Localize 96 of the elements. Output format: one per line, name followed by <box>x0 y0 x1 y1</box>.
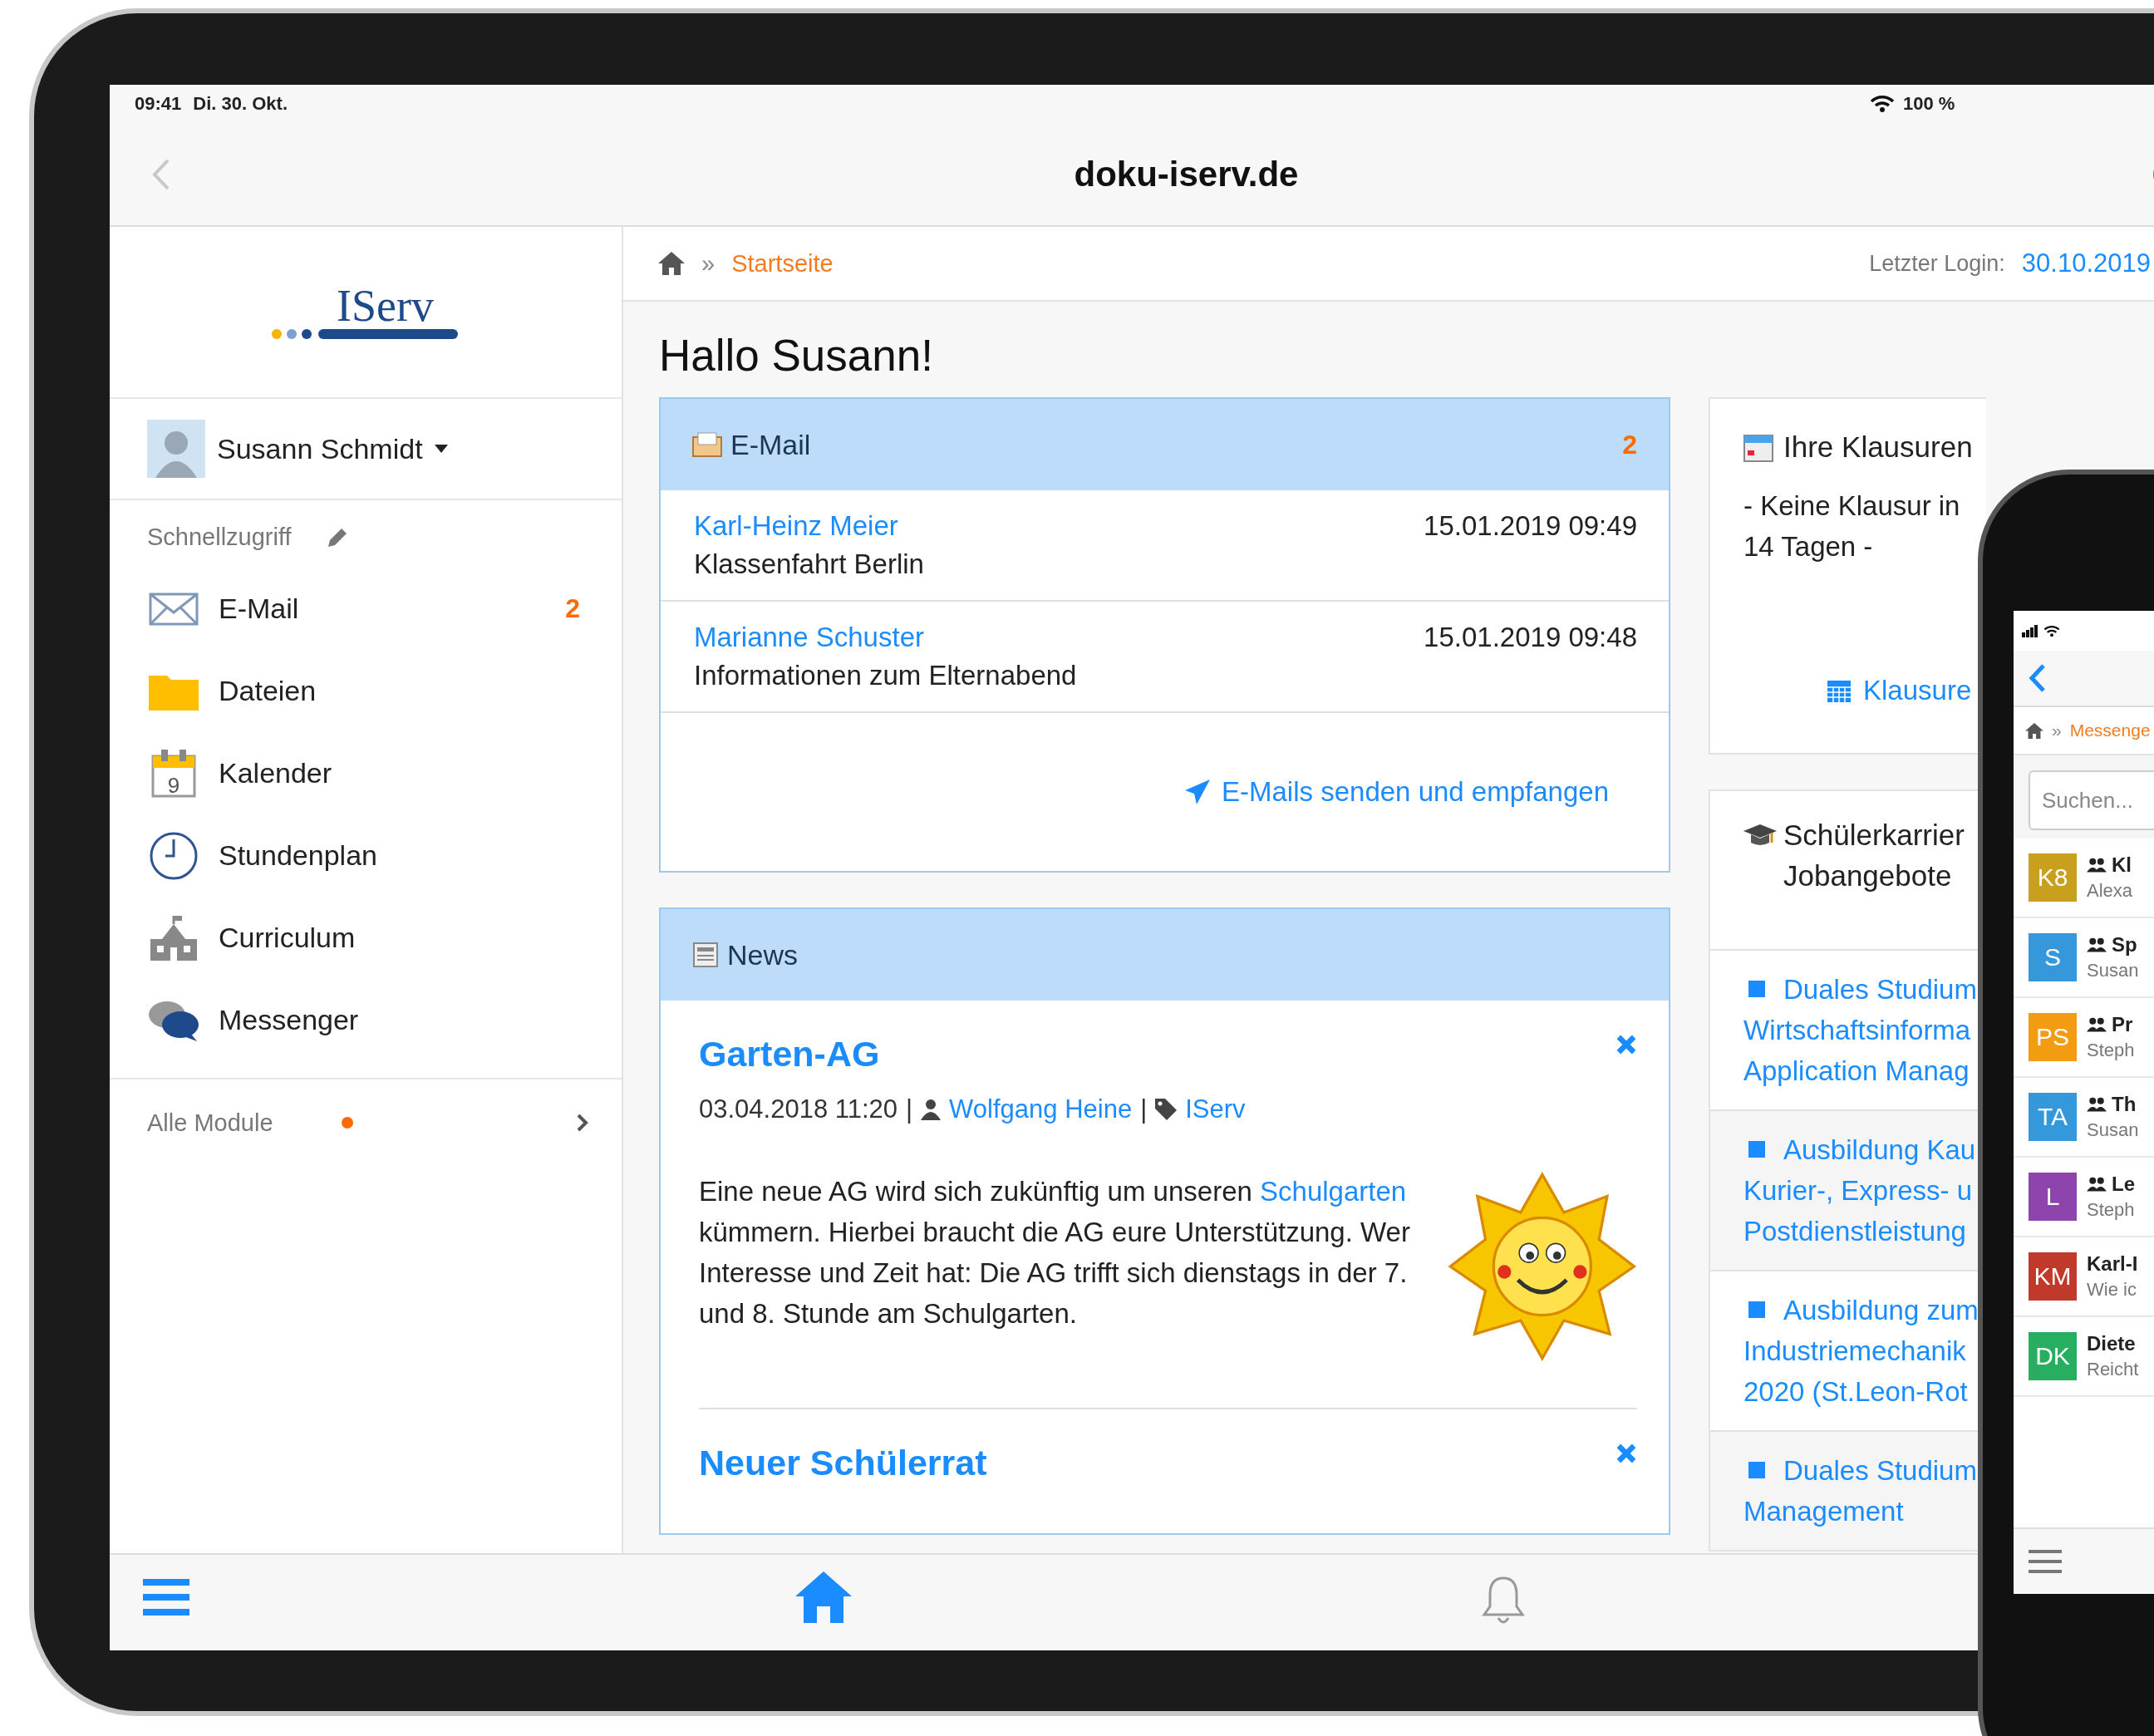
chat-bubbles-icon <box>147 999 200 1041</box>
paper-plane-icon <box>1185 779 1211 804</box>
card-title: Schülerkarrier Jobangebote <box>1783 818 1965 893</box>
panel-title: News <box>727 938 799 971</box>
close-icon[interactable] <box>1616 1034 1637 1055</box>
news-author[interactable]: Wolfgang Heine <box>949 1094 1133 1124</box>
news-text: Eine neue AG wird sich zukünftig um unseren Schulgarten kümmern. Hierbei braucht die AG eure Unterstützung. Wer Interesse und Zeit hat: Die AG trifft sich dienstags in der 7. und 8. Stunde am Schulgarten. <box>699 1175 1411 1330</box>
avatar-initials: S <box>2029 933 2077 981</box>
battery-percentage: 100 % <box>1903 93 1955 115</box>
job-link[interactable]: Duales Studium Wirtschaftsinforma Application Manag <box>1743 969 1986 1091</box>
avatar-initials: KM <box>2029 1252 2077 1301</box>
email-date: 15.01.2019 09:48 <box>1424 622 1637 653</box>
chat-preview: Reicht <box>2087 1359 2139 1380</box>
last-login-label: Letzter Login: <box>1869 250 2005 277</box>
avatar-initials: PS <box>2029 1013 2077 1061</box>
sidebar-item[interactable]: Curriculum <box>110 897 622 979</box>
panel-title: E-Mail <box>730 428 812 461</box>
graduation-cap-icon <box>1743 823 1777 848</box>
avatar-initials: K8 <box>2029 853 2077 902</box>
back-chevron-icon[interactable] <box>2029 663 2047 693</box>
inline-link[interactable]: Schulgarten <box>1260 1176 1407 1207</box>
clock-icon <box>149 830 199 881</box>
breadcrumb-separator: » <box>2052 720 2062 740</box>
sidebar-item[interactable]: Stundenplan <box>110 814 622 897</box>
menu-icon[interactable] <box>2029 1549 2062 1574</box>
all-modules-link[interactable]: Alle Module <box>147 1109 273 1137</box>
email-subject: Informationen zum Elternabend <box>694 660 1078 691</box>
chat-title: Diete <box>2087 1332 2136 1355</box>
card-title: Ihre Klausuren <box>1783 430 1973 464</box>
search-field[interactable]: Suchen... <box>2029 770 2154 830</box>
sidebar-item[interactable]: Dateien <box>110 650 622 732</box>
chat-title: Karl-I <box>2087 1252 2138 1276</box>
avatar-initials: DK <box>2029 1332 2077 1380</box>
unread-count: 2 <box>1622 429 1637 460</box>
email-sender[interactable]: Marianne Schuster <box>694 622 1424 653</box>
email-sender[interactable]: Karl-Heinz Meier <box>694 510 1424 542</box>
breadcrumb-link[interactable]: Messenge <box>2069 720 2151 740</box>
news-date: 03.04.2018 11:20 <box>699 1094 898 1124</box>
job-link[interactable]: Ausbildung zum Industriemechanik 2020 (St.Leon-Rot <box>1743 1290 1986 1412</box>
avatar-initials: L <box>2029 1173 2077 1221</box>
meta-separator: | <box>1140 1094 1148 1124</box>
last-login-date[interactable]: 30.10.2019 <box>2021 248 2151 278</box>
chat-title: Sp <box>2112 933 2137 957</box>
wifi-icon <box>1870 95 1895 113</box>
wifi-icon <box>2043 624 2060 637</box>
email-subject: Klassenfahrt Berlin <box>694 548 925 580</box>
user-avatar <box>147 420 205 478</box>
section-label: Schnellzugriff <box>147 524 292 551</box>
home-icon[interactable] <box>2025 722 2043 739</box>
chat-preview: Alexa <box>2087 880 2133 902</box>
page-title: doku-iserv.de <box>1073 154 1300 194</box>
email-date: 15.01.2019 09:49 <box>1424 510 1637 542</box>
empty-message: - Keine Klausur in 14 Tagen - <box>1743 489 1961 563</box>
status-date: Di. 30. Okt. <box>193 93 288 115</box>
sidebar-item[interactable]: E-Mail 2 <box>110 568 622 650</box>
chat-title: Kl <box>2112 853 2132 877</box>
envelope-icon <box>149 592 199 626</box>
close-icon[interactable] <box>1616 1443 1637 1464</box>
send-receive-link[interactable]: E-Mails senden und empfangen <box>1185 776 1609 808</box>
greeting: Hallo Susann! <box>659 330 934 381</box>
avatar-initials: TA <box>2029 1093 2077 1141</box>
tag-icon <box>1155 1099 1178 1120</box>
chevron-right-icon[interactable] <box>577 1114 588 1132</box>
chat-title: Le <box>2112 1173 2135 1196</box>
chat-preview: Steph <box>2087 1199 2135 1221</box>
chat-row[interactable]: L Le Steph <box>2014 1158 2154 1237</box>
user-menu[interactable]: Susann Schmidt <box>217 432 448 465</box>
news-tag[interactable]: IServ <box>1185 1094 1246 1124</box>
sidebar-item[interactable]: Messenger <box>110 979 622 1061</box>
chat-title: Pr <box>2112 1013 2133 1036</box>
exams-link[interactable]: Klausure <box>1827 675 1972 706</box>
sidebar-item[interactable]: 9 Kalender <box>110 732 622 814</box>
chat-row[interactable]: S Sp Susan <box>2014 918 2154 998</box>
person-icon <box>921 1099 942 1120</box>
iserv-logo: IServ <box>270 278 461 346</box>
calendar-icon <box>1743 432 1773 462</box>
news-title[interactable]: Neuer Schülerrat <box>699 1443 1616 1483</box>
signal-icon <box>2022 624 2038 637</box>
status-time: 09:41 <box>135 93 182 115</box>
breadcrumb-separator: » <box>701 249 716 278</box>
calendar-icon <box>1827 678 1852 703</box>
home-icon[interactable] <box>795 1571 852 1625</box>
caret-icon <box>434 445 448 453</box>
school-building-icon <box>149 913 199 962</box>
meta-separator: | <box>906 1094 913 1124</box>
chat-title: Th <box>2112 1093 2137 1116</box>
chat-preview: Wie ic <box>2087 1279 2137 1301</box>
mailbox-icon <box>692 432 722 457</box>
chat-preview: Susan <box>2087 960 2139 981</box>
chat-preview: Susan <box>2087 1119 2139 1141</box>
home-icon[interactable] <box>658 252 685 275</box>
breadcrumb-link[interactable]: Startseite <box>731 249 834 278</box>
chat-preview: Steph <box>2087 1040 2135 1061</box>
unread-count: 2 <box>565 593 580 624</box>
news-title[interactable]: Garten-AG <box>699 1034 1616 1075</box>
newspaper-icon <box>692 942 719 968</box>
